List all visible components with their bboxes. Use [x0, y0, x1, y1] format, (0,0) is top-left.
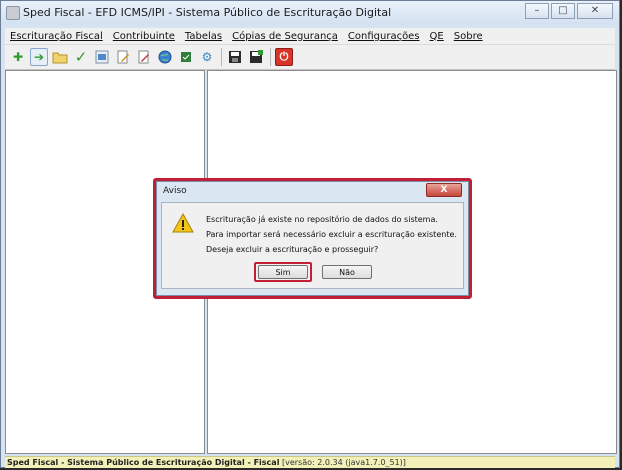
menu-qe[interactable]: QE: [425, 31, 449, 42]
exit-icon[interactable]: ⏻: [275, 48, 293, 66]
dialog-close-button[interactable]: X: [426, 183, 462, 197]
status-bar: Sped Fiscal - Sistema Público de Escritu…: [5, 456, 615, 468]
transmit-globe-icon[interactable]: [156, 48, 174, 66]
menu-escrituracao-fiscal[interactable]: Escrituração Fiscal: [5, 31, 108, 42]
dialog-message: Escrituração já existe no repositório de…: [206, 212, 457, 257]
menu-contribuinte[interactable]: Contribuinte: [108, 31, 180, 42]
no-button[interactable]: Não: [322, 265, 372, 279]
dialog-message-line: Escrituração já existe no repositório de…: [206, 215, 438, 224]
minimize-button[interactable]: –: [525, 3, 549, 19]
menu-copias-de-seguranca[interactable]: Cópias de Segurança: [227, 31, 343, 42]
dialog-message-line: Deseja excluir a escrituração e prossegu…: [206, 245, 379, 254]
yes-button[interactable]: Sim: [258, 265, 308, 279]
receipt-icon[interactable]: [177, 48, 195, 66]
dialog-message-line: Para importar será necessário excluir a …: [206, 230, 457, 239]
status-version: [versão: 2.0.34 (java1.7.0_51)]: [281, 458, 406, 467]
open-folder-icon[interactable]: [51, 48, 69, 66]
menu-configuracoes[interactable]: Configurações: [343, 31, 425, 42]
toolbar-separator: [221, 48, 222, 66]
tools-icon[interactable]: ⚙: [198, 48, 216, 66]
close-window-button[interactable]: ✕: [577, 3, 613, 19]
validate-check-icon[interactable]: ✓: [72, 48, 90, 66]
save-as-icon[interactable]: [247, 48, 265, 66]
warning-icon: [172, 213, 194, 233]
dialog-body: Escrituração já existe no repositório de…: [161, 202, 464, 289]
edit-icon[interactable]: [114, 48, 132, 66]
edit-document-icon[interactable]: [135, 48, 153, 66]
menu-tabelas[interactable]: Tabelas: [180, 31, 227, 42]
menu-sobre[interactable]: Sobre: [449, 31, 488, 42]
toolbar: ✚ ➔ ✓ ⚙ ⏻: [5, 45, 615, 70]
save-icon[interactable]: [226, 48, 244, 66]
status-app-label: Sped Fiscal - Sistema Público de Escritu…: [7, 458, 280, 467]
new-icon[interactable]: ✚: [9, 48, 27, 66]
dialog-title: Aviso: [163, 186, 187, 196]
toolbar-separator: [270, 48, 271, 66]
title-bar[interactable]: Sped Fiscal - EFD ICMS/IPI - Sistema Púb…: [1, 1, 619, 25]
warning-dialog: Aviso X Escrituração já existe no reposi…: [156, 181, 469, 296]
menu-bar: Escrituração Fiscal Contribuinte Tabelas…: [5, 28, 615, 45]
sign-icon[interactable]: [93, 48, 111, 66]
import-icon[interactable]: ➔: [30, 48, 48, 66]
app-icon: [6, 6, 20, 20]
maximize-button[interactable]: □: [551, 3, 575, 19]
window-title: Sped Fiscal - EFD ICMS/IPI - Sistema Púb…: [23, 6, 392, 19]
